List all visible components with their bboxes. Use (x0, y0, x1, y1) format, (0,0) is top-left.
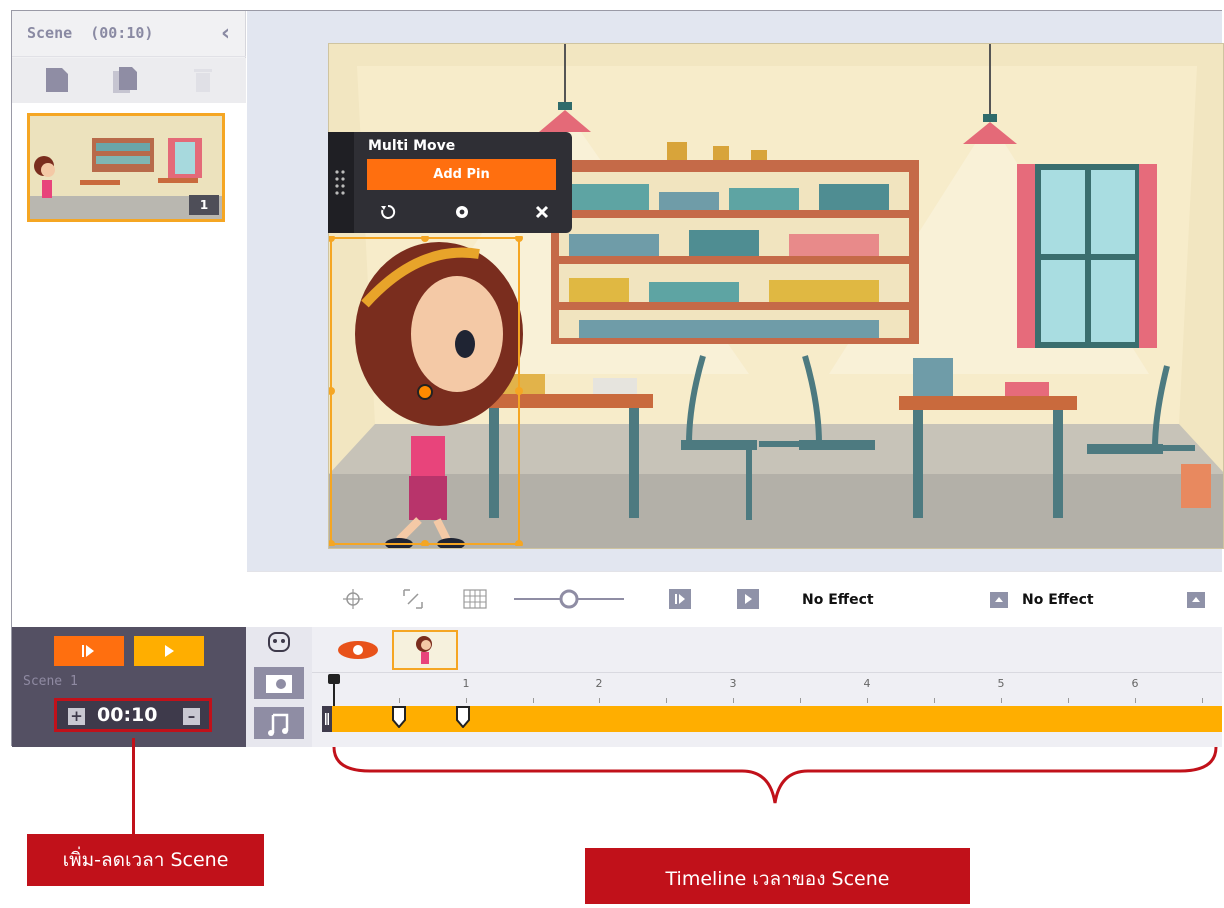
ruler-label: 6 (1131, 677, 1139, 690)
ruler-tick (466, 698, 467, 703)
preview-play-button[interactable] (737, 589, 759, 609)
playhead-marker-icon[interactable] (328, 674, 340, 706)
preview-from-start-button[interactable] (669, 589, 691, 609)
ruler-label: 3 (729, 677, 737, 690)
music-note-icon (268, 713, 289, 736)
ruler-tick (800, 698, 801, 703)
ruler-tick (666, 698, 667, 703)
timeline-tabs (246, 627, 312, 747)
grid-icon[interactable] (462, 586, 488, 612)
ruler-tick (867, 698, 868, 703)
timeline-ruler[interactable]: 1 2 3 4 5 6 (312, 674, 1222, 706)
scene-duration-value: 00:10 (97, 704, 158, 726)
ruler-tick (599, 698, 600, 703)
scene-panel: Scene (00:10) ‹ 1 (12, 11, 246, 627)
zoom-slider[interactable] (510, 589, 628, 609)
effect-out-select[interactable]: No Effect (1022, 592, 1094, 608)
keyframe-pin-icon[interactable] (456, 706, 470, 728)
play-button[interactable] (134, 636, 204, 666)
effect-in-select[interactable]: No Effect (802, 592, 874, 608)
ruler-label: 4 (863, 677, 871, 690)
delete-scene-icon[interactable] (190, 66, 216, 94)
time-annotation-label: เพิ่ม-ลดเวลา Scene (27, 834, 264, 886)
new-scene-icon[interactable] (44, 66, 70, 94)
track-start-handle[interactable] (322, 706, 332, 732)
timeline-object-row (312, 627, 1222, 673)
drag-grip-icon[interactable] (328, 132, 354, 233)
decrease-time-button[interactable]: – (183, 708, 200, 725)
tab-music[interactable] (254, 707, 304, 739)
duplicate-scene-icon[interactable] (112, 66, 138, 94)
scene-thumbnail[interactable]: 1 (27, 113, 225, 222)
scene-list: 1 (12, 103, 246, 627)
app-window: Scene (00:10) ‹ 1 Multi Move Add Pin No … (11, 10, 1224, 747)
add-pin-button[interactable]: Add Pin (367, 159, 556, 190)
time-annotation-line (132, 738, 135, 834)
effect-out-up-arrow-icon[interactable] (1187, 592, 1205, 608)
multi-move-popup: Multi Move Add Pin (328, 132, 572, 233)
increase-time-button[interactable]: + (68, 708, 85, 725)
effect-in-up-arrow-icon[interactable] (990, 592, 1008, 608)
ruler-tick (533, 698, 534, 703)
canvas-toolbar: No Effect No Effect (247, 571, 1222, 627)
eye-visibility-icon[interactable] (332, 633, 384, 667)
close-icon[interactable] (534, 204, 550, 220)
collapse-chevron-icon[interactable]: ‹ (221, 21, 230, 46)
center-target-icon[interactable] (340, 586, 366, 612)
keyframe-pin-icon[interactable] (392, 706, 406, 728)
fit-screen-icon[interactable] (400, 586, 426, 612)
scene-thumbnail-number: 1 (189, 195, 219, 215)
scene-panel-header: Scene (00:10) ‹ (12, 11, 246, 57)
scene-duration-control: + 00:10 – (54, 698, 212, 732)
scene-title-text: Scene (27, 24, 73, 42)
ruler-label: 2 (595, 677, 603, 690)
reset-icon[interactable] (380, 204, 396, 220)
character-selection-box[interactable] (329, 236, 525, 546)
stage-canvas[interactable] (328, 43, 1224, 549)
camera-icon (266, 675, 292, 693)
timeline: 1 2 3 4 5 6 (312, 627, 1222, 747)
timeline-controls: Scene 1 + 00:10 – (12, 627, 246, 747)
ruler-tick (1001, 698, 1002, 703)
tab-camera[interactable] (254, 667, 304, 699)
play-from-start-button[interactable] (54, 636, 124, 666)
scene-panel-title: Scene (00:10) (27, 24, 153, 42)
scene-label: Scene 1 (23, 674, 78, 689)
character-object-thumbnail[interactable] (392, 630, 458, 670)
tab-characters[interactable] (254, 627, 304, 659)
ruler-tick (1068, 698, 1069, 703)
timeline-bracket (332, 746, 1218, 804)
multi-move-title: Multi Move (368, 138, 456, 154)
settings-gear-icon[interactable] (454, 204, 470, 220)
scene-duration-text: (00:10) (90, 24, 154, 42)
ruler-label: 5 (997, 677, 1005, 690)
ruler-tick (399, 698, 400, 703)
scene-tools (12, 58, 246, 103)
ruler-tick (1202, 698, 1203, 703)
ruler-tick (1135, 698, 1136, 703)
ruler-label: 1 (462, 677, 470, 690)
character-face-icon (268, 632, 290, 652)
ruler-tick (733, 698, 734, 703)
ruler-tick (934, 698, 935, 703)
timeline-annotation-label: Timeline เวลาของ Scene (585, 848, 970, 904)
